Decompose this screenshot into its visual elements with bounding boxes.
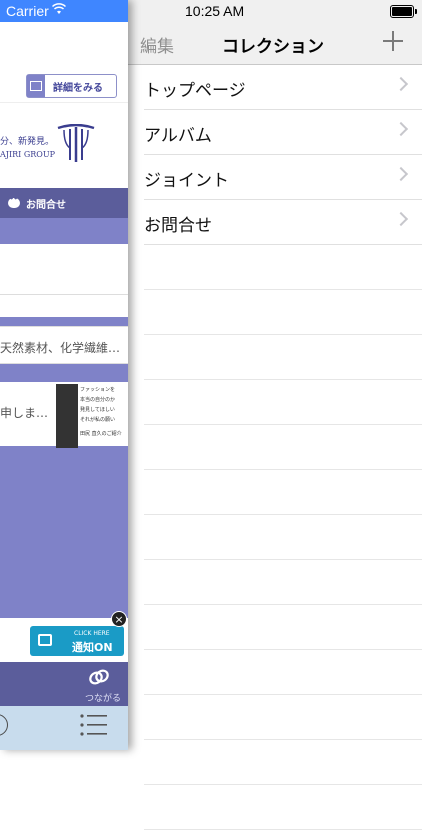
list-item-joint[interactable]: ジョイント [144, 155, 422, 200]
section-divider [0, 218, 128, 244]
news-item[interactable]: 申しま… ファッションを 本当の自分のか 発見してほしい それが私の願い 田尻 … [0, 382, 128, 448]
inquiry-button-label: お問合せ [26, 199, 66, 211]
background-app-pane: Carrier 詳細をみる 分、新発見。 AJIRI GROUP お問合せ 天然… [0, 0, 128, 750]
connect-label: つながる [85, 694, 122, 704]
edit-button[interactable]: 編集 [140, 32, 174, 57]
list-item-label: お問合せ [144, 216, 212, 236]
battery-icon [390, 5, 417, 18]
navigation-bar: 編集 コレクション [128, 22, 422, 65]
empty-row [144, 470, 422, 515]
empty-row [144, 515, 422, 560]
bottom-toolbar [0, 706, 128, 750]
empty-row [144, 380, 422, 425]
list-item-inquiry[interactable]: お問合せ [144, 200, 422, 245]
thumb-caption: 田尻 直久のご紹介 [80, 431, 122, 437]
page-title: コレクション [222, 37, 324, 57]
news-item-text: 天然素材、化学繊維… [0, 341, 121, 355]
chat-bubble-icon [8, 194, 21, 208]
list-item-label: トップページ [144, 81, 246, 101]
list-item-label: アルバム [144, 126, 212, 146]
notify-on-button[interactable]: CLICK HERE 通知ON [30, 626, 124, 656]
content-block [0, 244, 128, 295]
news-thumbnail [56, 384, 78, 448]
thumb-caption: それが私の願い [80, 417, 116, 423]
plus-icon[interactable] [382, 30, 404, 52]
carrier-label: Carrier [6, 3, 49, 19]
empty-row [144, 335, 422, 380]
empty-row [144, 785, 422, 830]
empty-row [144, 425, 422, 470]
link-icon[interactable] [88, 668, 110, 686]
status-bar: 10:25 AM [128, 0, 422, 22]
megaphone-icon [38, 634, 52, 646]
inquiry-button[interactable]: お問合せ [0, 188, 128, 218]
thumb-caption: ファッションを [80, 387, 116, 393]
collection-list: トップページ アルバム ジョイント お問合せ [128, 65, 422, 830]
background-header [0, 22, 128, 71]
chevron-right-icon [393, 121, 409, 137]
thumb-caption: 発見してほしい [80, 407, 115, 413]
list-item-label: ジョイント [144, 171, 229, 191]
notify-small-label: CLICK HERE [74, 630, 110, 637]
content-block [0, 295, 128, 317]
list-item-top-page[interactable]: トップページ [144, 65, 422, 110]
brand-logo-icon [57, 124, 95, 162]
banner-group-name: AJIRI GROUP [0, 150, 55, 159]
empty-row [144, 695, 422, 740]
chevron-right-icon [393, 166, 409, 182]
banner-tagline: 分、新発見。 [0, 137, 55, 147]
empty-row [144, 605, 422, 650]
empty-row [144, 290, 422, 335]
list-menu-icon[interactable] [80, 714, 108, 736]
news-item[interactable]: 天然素材、化学繊維… [0, 326, 128, 364]
chevron-right-icon [393, 76, 409, 92]
empty-row [144, 650, 422, 695]
detail-button[interactable]: 詳細をみる [26, 74, 117, 98]
list-item-album[interactable]: アルバム [144, 110, 422, 155]
status-time: 10:25 AM [185, 3, 245, 19]
status-bar-left: Carrier [0, 0, 128, 22]
close-icon[interactable]: × [111, 611, 127, 627]
news-item-text: 申しま… [0, 406, 49, 420]
empty-row [144, 560, 422, 605]
notify-main-label: 通知ON [72, 641, 113, 654]
empty-row [144, 740, 422, 785]
detail-button-label: 詳細をみる [53, 82, 103, 94]
empty-row [144, 245, 422, 290]
chevron-right-icon [393, 211, 409, 227]
thumb-caption: 本当の自分のか [80, 397, 116, 403]
wifi-icon [52, 3, 66, 14]
card-icon [27, 75, 45, 97]
